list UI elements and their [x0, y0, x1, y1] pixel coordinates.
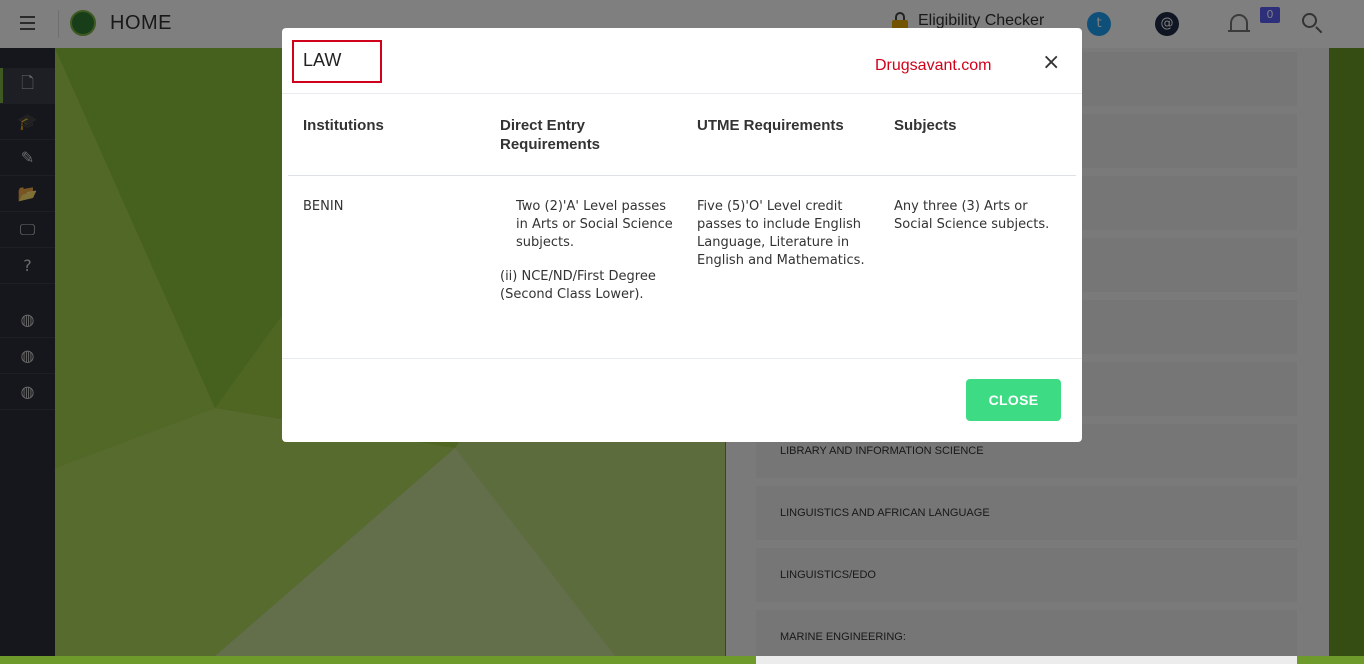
- requirements-modal: LAW Drugsavant.com × Institutions Direct…: [282, 28, 1082, 442]
- modal-header: LAW Drugsavant.com ×: [282, 28, 1082, 94]
- watermark-text: Drugsavant.com: [875, 57, 992, 74]
- close-icon[interactable]: ×: [1042, 52, 1060, 74]
- requirements-table: Institutions Direct Entry Requirements U…: [288, 94, 1076, 358]
- direct-entry-requirement-1: Two (2)'A' Level passes in Arts or Socia…: [516, 199, 673, 250]
- modal-footer: CLOSE: [282, 358, 1082, 442]
- direct-entry-requirement-2: (ii) NCE/ND/First Degree (Second Class L…: [500, 269, 656, 302]
- column-header-direct-entry: Direct Entry Requirements: [500, 117, 601, 153]
- close-button[interactable]: CLOSE: [966, 379, 1061, 421]
- cell-utme: Five (5)'O' Level credit passes to inclu…: [697, 199, 865, 268]
- table-header: Institutions Direct Entry Requirements U…: [288, 94, 1076, 176]
- column-header-utme: UTME Requirements: [697, 117, 844, 134]
- column-header-institutions: Institutions: [303, 117, 384, 134]
- cell-direct-entry: Two (2)'A' Level passes in Arts or Socia…: [500, 198, 675, 320]
- cell-subjects: Any three (3) Arts or Social Science sub…: [894, 199, 1050, 232]
- modal-title: LAW: [303, 50, 342, 70]
- table-row: BENIN Two (2)'A' Level passes in Arts or…: [288, 176, 1076, 358]
- cell-institution: BENIN: [303, 199, 344, 214]
- column-header-subjects: Subjects: [894, 117, 957, 134]
